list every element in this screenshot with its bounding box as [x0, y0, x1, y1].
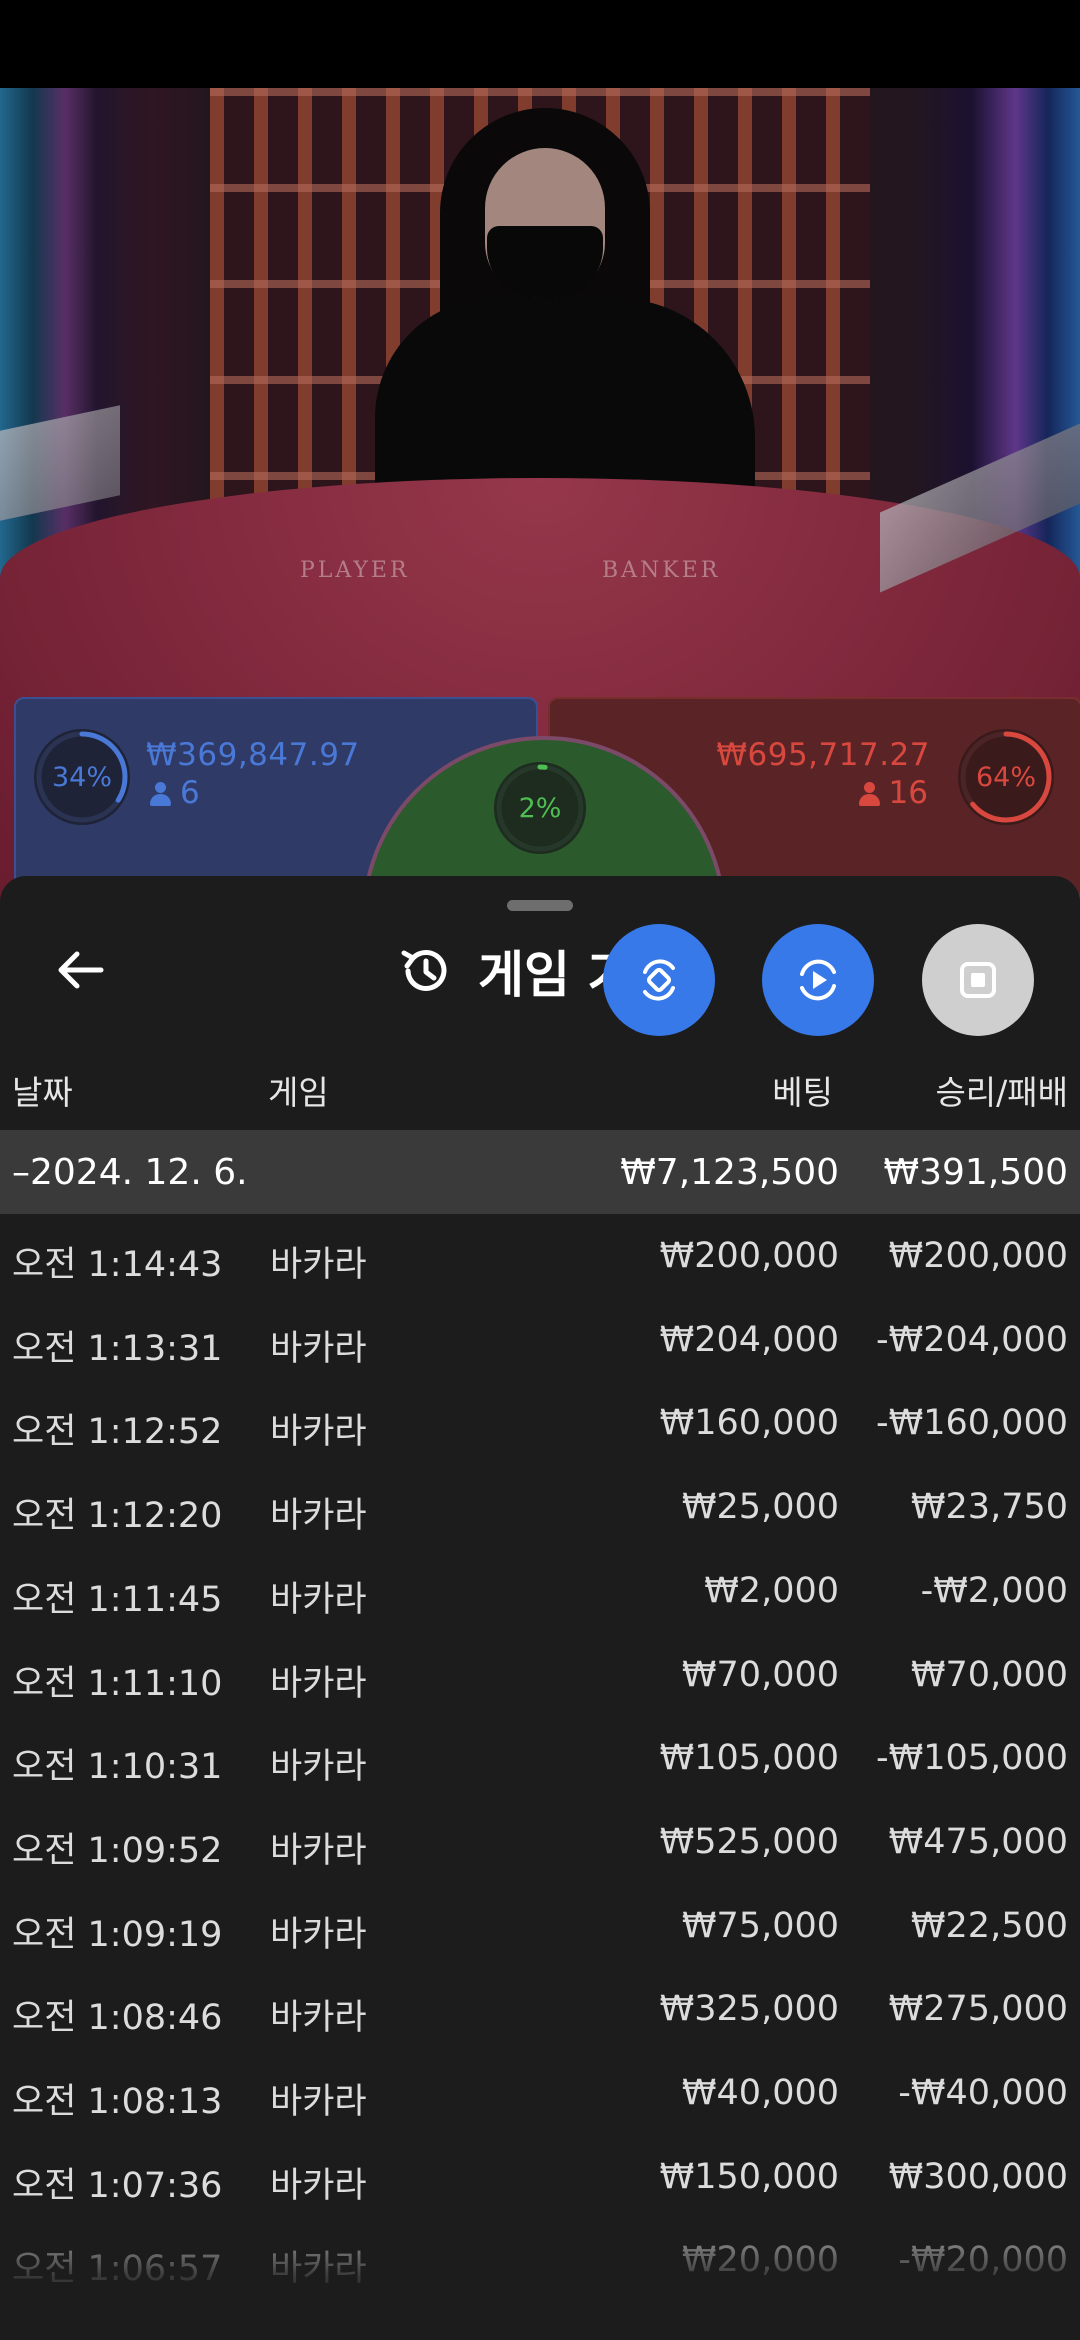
arrow-left-icon	[58, 951, 104, 989]
row-time: 오전 1:10:31	[12, 1747, 223, 1788]
table-row[interactable]: 오전 1:09:52 바카라 ₩525,000 ₩475,000	[0, 1800, 1080, 1884]
tie-percent: 2%	[518, 792, 562, 824]
tie-percent-ring: 2%	[494, 762, 586, 854]
row-time: 오전 1:11:45	[12, 1579, 223, 1620]
row-result: ₩275,000	[888, 1989, 1068, 2030]
replay-icon	[800, 959, 836, 1001]
row-time: 오전 1:12:52	[12, 1412, 223, 1453]
row-time: 오전 1:09:52	[12, 1830, 223, 1871]
date-group-label: –2024. 12. 6.	[12, 1152, 248, 1193]
row-bet: ₩325,000	[659, 1989, 839, 2030]
row-result: ₩200,000	[888, 1236, 1068, 1276]
row-bet: ₩160,000	[659, 1403, 839, 1444]
row-bet: ₩525,000	[659, 1821, 839, 1862]
row-game: 바카라	[270, 1998, 367, 2039]
row-time: 오전 1:13:31	[12, 1328, 223, 1369]
row-time: 오전 1:14:43	[12, 1245, 223, 1285]
row-result: ₩22,500	[910, 1905, 1068, 1946]
replay-button[interactable]	[762, 924, 874, 1036]
row-result: -₩160,000	[876, 1403, 1068, 1444]
row-game: 바카라	[270, 1663, 367, 1704]
table-row[interactable]: 오전 1:12:52 바카라 ₩160,000 -₩160,000	[0, 1381, 1080, 1465]
row-result: -₩2,000	[920, 1570, 1068, 1611]
row-time: 오전 1:06:57	[12, 2249, 223, 2290]
table-row[interactable]: 오전 1:07:36 바카라 ₩150,000 ₩300,000	[0, 2135, 1080, 2219]
table-row[interactable]: 오전 1:09:19 바카라 ₩75,000 ₩22,500	[0, 1884, 1080, 1968]
table-row[interactable]: 오전 1:14:43 바카라 ₩200,000 ₩200,000	[0, 1214, 1080, 1298]
player-bet-amount: ₩369,847.97	[146, 737, 360, 773]
row-bet: ₩25,000	[681, 1487, 839, 1528]
row-game: 바카라	[270, 1747, 367, 1788]
row-game: 바카라	[270, 2165, 367, 2206]
date-group-row[interactable]: –2024. 12. 6. ₩7,123,500 ₩391,500	[0, 1130, 1080, 1214]
row-result: -₩105,000	[876, 1738, 1068, 1779]
row-game: 바카라	[270, 1412, 367, 1453]
table-row[interactable]: 오전 1:08:46 바카라 ₩325,000 ₩275,000	[0, 1967, 1080, 2051]
row-bet: ₩105,000	[659, 1738, 839, 1779]
column-header-result: 승리/패배	[935, 1073, 1068, 1112]
row-result: ₩475,000	[888, 1821, 1068, 1862]
player-percent-ring: 34%	[34, 729, 130, 825]
row-time: 오전 1:07:36	[12, 2165, 223, 2206]
row-result: ₩23,750	[910, 1487, 1068, 1528]
table-row[interactable]: 오전 1:11:10 바카라 ₩70,000 ₩70,000	[0, 1633, 1080, 1717]
back-button[interactable]	[50, 940, 110, 1000]
row-game: 바카라	[270, 1914, 367, 1955]
row-time: 오전 1:08:13	[12, 2082, 223, 2122]
stop-button[interactable]	[922, 924, 1034, 1036]
sync-icon	[643, 959, 675, 1001]
row-result: ₩70,000	[910, 1654, 1068, 1695]
table-row[interactable]: 오전 1:11:45 바카라 ₩2,000 -₩2,000	[0, 1549, 1080, 1633]
row-time: 오전 1:12:20	[12, 1496, 223, 1537]
banker-bet-amount: ₩695,717.27	[716, 737, 930, 773]
table-row[interactable]: 오전 1:08:13 바카라 ₩40,000 -₩40,000	[0, 2051, 1080, 2135]
row-bet: ₩200,000	[659, 1236, 839, 1276]
row-bet: ₩40,000	[681, 2073, 839, 2113]
row-bet: ₩70,000	[681, 1654, 839, 1695]
person-icon	[150, 782, 171, 806]
row-game: 바카라	[270, 1830, 367, 1871]
row-result: ₩300,000	[888, 2156, 1068, 2197]
table-row[interactable]: 오전 1:10:31 바카라 ₩105,000 -₩105,000	[0, 1716, 1080, 1800]
table-row[interactable]: 오전 1:13:31 바카라 ₩204,000 -₩204,000	[0, 1298, 1080, 1382]
stop-icon	[960, 962, 996, 998]
date-group-result-total: ₩391,500	[883, 1152, 1068, 1193]
row-game: 바카라	[270, 1328, 367, 1369]
table-row[interactable]: 오전 1:06:57 바카라 ₩20,000 -₩20,000	[0, 2218, 1080, 2302]
row-time: 오전 1:08:46	[12, 1998, 223, 2039]
row-game: 바카라	[270, 2082, 367, 2122]
drag-handle[interactable]	[507, 900, 573, 911]
row-result: -₩204,000	[876, 1319, 1068, 1360]
column-header-bet: 베팅	[772, 1073, 833, 1112]
row-game: 바카라	[270, 2249, 367, 2290]
sync-button[interactable]	[603, 924, 715, 1036]
column-header-game: 게임	[268, 1073, 329, 1112]
banker-percent: 64%	[975, 761, 1036, 793]
person-icon	[858, 782, 880, 806]
history-icon	[401, 949, 447, 991]
row-bet: ₩204,000	[659, 1319, 839, 1360]
row-result: -₩40,000	[898, 2073, 1068, 2113]
row-bet: ₩75,000	[681, 1905, 839, 1946]
banker-percent-ring: 64%	[958, 729, 1054, 825]
row-bet: ₩20,000	[681, 2240, 839, 2281]
row-bet: ₩2,000	[704, 1570, 839, 1611]
row-time: 오전 1:11:10	[12, 1663, 223, 1704]
row-game: 바카라	[270, 1496, 367, 1537]
row-result: -₩20,000	[898, 2240, 1068, 2281]
banker-bettor-count: 16	[858, 775, 928, 811]
row-time: 오전 1:09:19	[12, 1914, 223, 1955]
row-game: 바카라	[270, 1579, 367, 1620]
date-group-bet-total: ₩7,123,500	[620, 1152, 839, 1193]
column-header-date: 날짜	[12, 1073, 73, 1112]
row-game: 바카라	[270, 1245, 367, 1285]
game-history-sheet: 게임 기록 날짜 게임 베팅 승리/패배 –2024. 12. 6. ₩7,12…	[0, 876, 1080, 2340]
player-percent: 34%	[51, 761, 112, 793]
row-bet: ₩150,000	[659, 2156, 839, 2197]
table-row[interactable]: 오전 1:12:20 바카라 ₩25,000 ₩23,750	[0, 1465, 1080, 1549]
player-bettor-count: 6	[150, 775, 200, 811]
